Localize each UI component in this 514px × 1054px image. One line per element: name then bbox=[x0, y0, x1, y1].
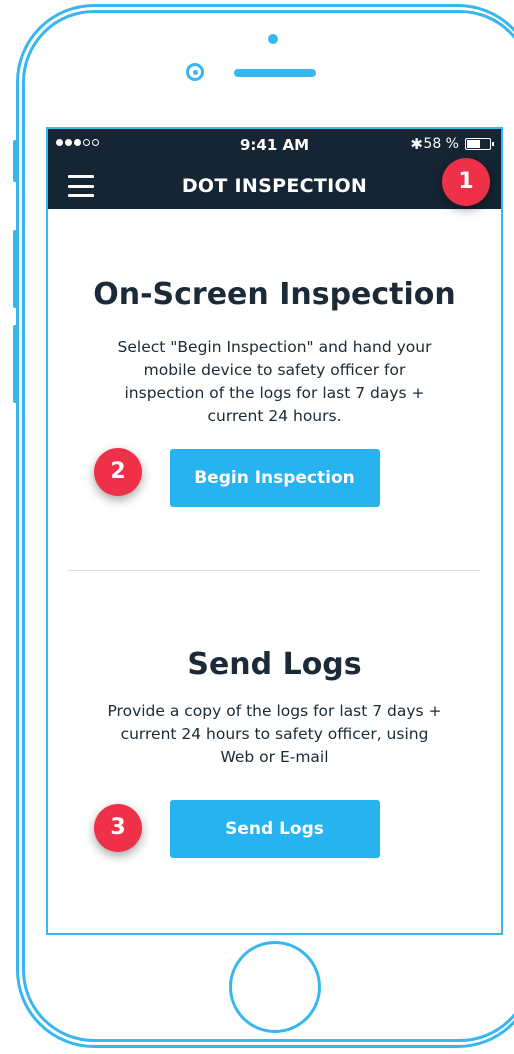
on-screen-inspection-description: Select "Begin Inspection" and hand your … bbox=[117, 338, 432, 425]
front-camera-icon bbox=[186, 63, 204, 81]
section-divider bbox=[68, 570, 481, 571]
send-logs-description: Provide a copy of the logs for last 7 da… bbox=[107, 702, 442, 766]
earpiece-speaker bbox=[234, 69, 316, 77]
mute-switch bbox=[13, 140, 18, 182]
annotation-badge-2: 2 bbox=[94, 448, 142, 496]
send-logs-section: Send Logs Provide a copy of the logs for… bbox=[48, 647, 501, 769]
proximity-sensor bbox=[268, 34, 278, 44]
page-title: DOT INSPECTION bbox=[181, 175, 368, 197]
app-stage: 9:41 AM ✱ 58 % DOT INSPECTION On-Screen … bbox=[0, 0, 514, 1054]
send-logs-button[interactable]: Send Logs bbox=[169, 800, 380, 858]
battery-icon bbox=[465, 138, 494, 150]
status-bar: 9:41 AM ✱ 58 % bbox=[48, 129, 501, 163]
battery-fill bbox=[467, 140, 480, 148]
begin-inspection-button[interactable]: Begin Inspection bbox=[169, 449, 380, 507]
bluetooth-icon: ✱ bbox=[410, 135, 423, 153]
annotation-badge-3: 3 bbox=[94, 804, 142, 852]
battery-percent: 58 % bbox=[423, 136, 459, 152]
nav-bar: DOT INSPECTION bbox=[48, 163, 501, 209]
volume-up-button bbox=[13, 230, 18, 308]
volume-down-button bbox=[13, 325, 18, 403]
on-screen-inspection-section: On-Screen Inspection Select "Begin Inspe… bbox=[48, 277, 501, 428]
on-screen-inspection-title: On-Screen Inspection bbox=[93, 277, 456, 312]
annotation-badge-1: 1 bbox=[442, 158, 490, 206]
send-logs-title: Send Logs bbox=[187, 647, 362, 682]
home-button[interactable] bbox=[229, 941, 321, 1033]
